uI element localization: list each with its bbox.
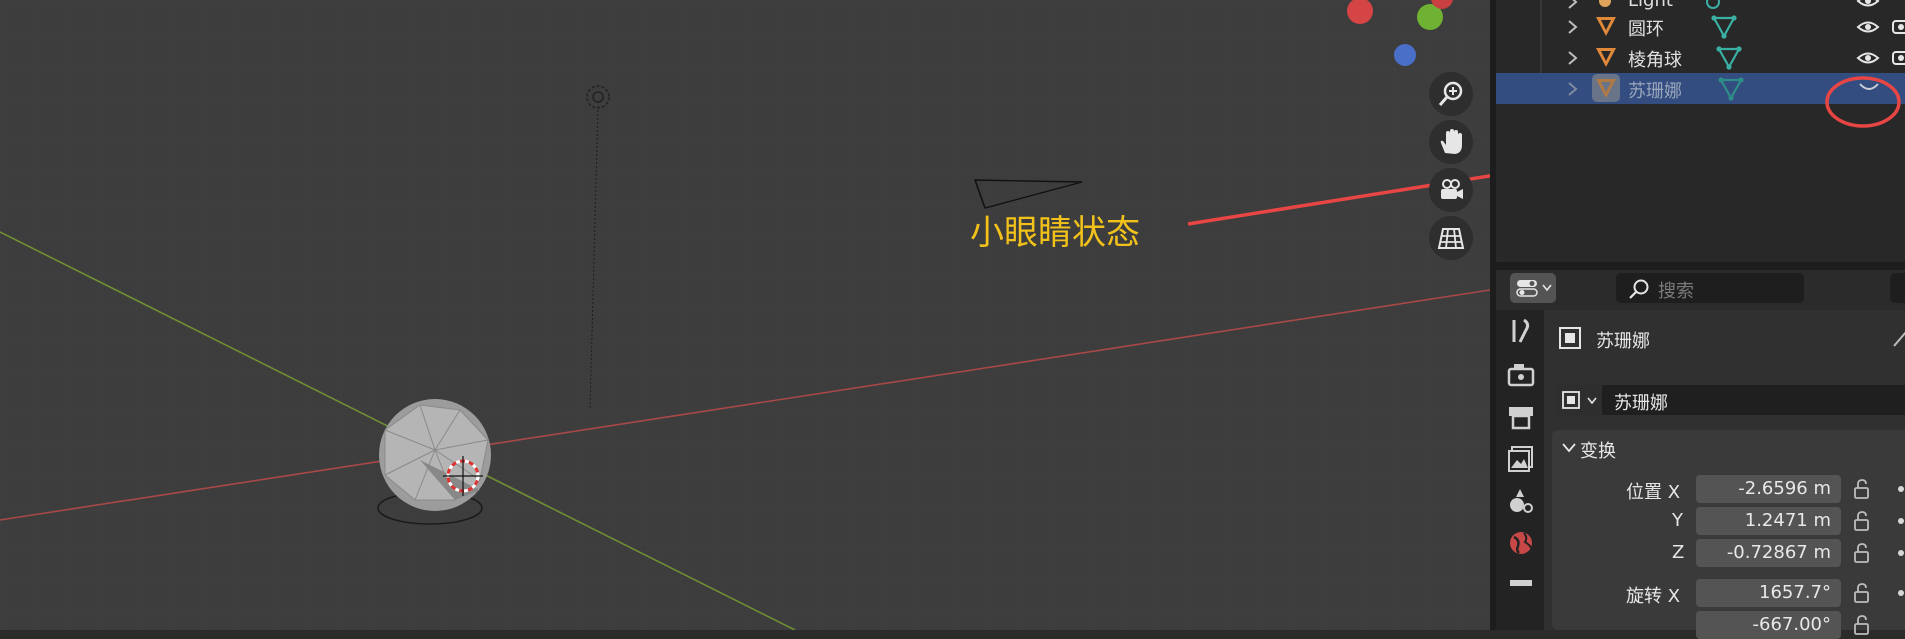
object-icon (1559, 327, 1581, 349)
mesh-object-icon (1592, 74, 1620, 102)
chevron-down-icon (1587, 397, 1597, 405)
chevron-down-icon (1562, 443, 1576, 453)
object-name-label: 苏珊娜 (1596, 331, 1650, 352)
search-field[interactable]: 搜索 (1616, 273, 1804, 303)
annotation-circle (1825, 76, 1901, 128)
annotation-text: 小眼睛状态 (970, 213, 1140, 253)
outliner-item-name: Light (1628, 0, 1673, 11)
chevron-right-icon[interactable] (1566, 19, 1580, 35)
camera-render-icon[interactable] (1891, 18, 1905, 36)
location-y-field[interactable]: 1.2471 m (1696, 507, 1841, 535)
lock-open-icon[interactable] (1852, 614, 1874, 636)
chevron-down-icon (1542, 284, 1552, 292)
camera-render-icon[interactable] (1891, 49, 1905, 67)
outliner-row-torus[interactable]: 圆环 (1496, 11, 1905, 42)
location-y-label: Y (1672, 510, 1683, 531)
grid-view-icon (1437, 228, 1465, 249)
location-z-field[interactable]: -0.72867 m (1696, 539, 1841, 567)
outliner-item-name: 苏珊娜 (1628, 81, 1682, 102)
collection-tab-icon[interactable] (1506, 574, 1536, 604)
lock-open-icon[interactable] (1852, 582, 1874, 604)
options-dropdown[interactable] (1890, 273, 1905, 303)
eye-open-icon[interactable] (1856, 18, 1880, 36)
search-placeholder: 搜索 (1658, 281, 1694, 302)
mesh-object-icon (1596, 17, 1616, 36)
lock-open-icon[interactable] (1852, 478, 1874, 500)
chevron-right-icon[interactable] (1566, 81, 1580, 97)
outliner-item-name: 棱角球 (1628, 50, 1682, 71)
keyframe-dot-icon[interactable] (1898, 486, 1904, 492)
transform-panel: 变换 位置 X -2.6596 m Y 1.2471 m Z -0.72867 … (1552, 430, 1905, 639)
3d-viewport[interactable]: 小眼睛状态 (0, 0, 1490, 630)
camera-view-icon (1441, 179, 1463, 199)
object-icon (1562, 391, 1580, 409)
tool-tab-icon[interactable] (1506, 316, 1536, 346)
location-z-label: Z (1672, 542, 1685, 563)
viewport-scene (0, 0, 1490, 630)
datablock-browse-button[interactable] (1556, 385, 1602, 415)
mesh-data-icon (1711, 15, 1737, 39)
pan-button[interactable] (1429, 120, 1473, 164)
area-divider[interactable] (1496, 262, 1905, 270)
camera-view-button[interactable] (1429, 168, 1473, 212)
properties-tabs (1496, 310, 1544, 630)
location-x-field[interactable]: -2.6596 m (1696, 475, 1841, 503)
properties-header: 搜索 (1496, 270, 1905, 310)
world-tab-icon[interactable] (1506, 528, 1536, 558)
hand-pan-icon (1440, 129, 1462, 154)
keyframe-dot-icon[interactable] (1898, 518, 1904, 524)
rotation-y-field[interactable]: -667.00° (1696, 611, 1841, 639)
location-x-label: 位置 X (1626, 482, 1681, 503)
transform-panel-header[interactable]: 变换 (1552, 430, 1905, 466)
mesh-data-icon (1718, 77, 1744, 101)
editor-type-dropdown[interactable] (1510, 273, 1556, 303)
scene-tab-icon[interactable] (1506, 486, 1536, 516)
grid-view-button[interactable] (1429, 216, 1473, 260)
object-datablock-field[interactable]: 苏珊娜 (1556, 385, 1905, 415)
rotation-x-field[interactable]: 1657.7° (1696, 579, 1841, 607)
lock-open-icon[interactable] (1852, 542, 1874, 564)
keyframe-dot-icon[interactable] (1898, 550, 1904, 556)
render-tab-icon[interactable] (1506, 360, 1536, 390)
datablock-name-text: 苏珊娜 (1614, 393, 1668, 414)
rotation-x-label: 旋转 X (1626, 586, 1681, 607)
output-tab-icon[interactable] (1506, 402, 1536, 432)
zoom-button[interactable] (1429, 72, 1473, 116)
mesh-object-icon (1596, 48, 1616, 67)
search-icon (1629, 279, 1649, 299)
zoom-icon (1438, 81, 1463, 106)
eye-open-icon[interactable] (1856, 49, 1880, 67)
pin-icon[interactable] (1890, 326, 1905, 350)
keyframe-dot-icon[interactable] (1898, 590, 1904, 596)
lock-open-icon[interactable] (1852, 510, 1874, 532)
properties-editor-icon (1516, 280, 1538, 297)
outliner-panel[interactable]: Light 圆环 棱角球 苏珊娜 (1496, 0, 1905, 262)
outliner-item-name: 圆环 (1628, 19, 1664, 40)
properties-editor[interactable]: 搜索 苏珊娜 苏珊娜 变换 位置 X -2.6596 m Y 1.2471 m … (1496, 270, 1905, 639)
transform-panel-title: 变换 (1580, 441, 1616, 462)
mesh-data-icon (1716, 46, 1742, 70)
chevron-right-icon[interactable] (1566, 50, 1580, 66)
chevron-right-icon[interactable] (1566, 0, 1580, 10)
object-properties-content: 苏珊娜 苏珊娜 变换 位置 X -2.6596 m Y 1.2471 m Z -… (1544, 310, 1905, 639)
view-layer-tab-icon[interactable] (1506, 444, 1536, 474)
eye-open-icon[interactable] (1856, 0, 1880, 10)
